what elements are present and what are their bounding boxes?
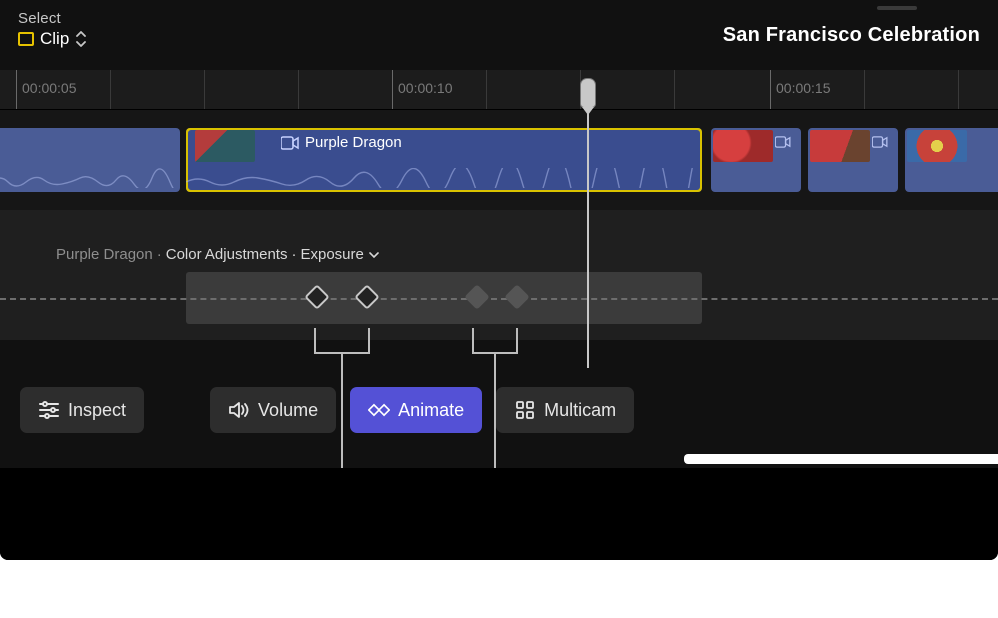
volume-label: Volume bbox=[258, 400, 318, 421]
animation-breadcrumb[interactable]: Purple Dragon · Color Adjustments · Expo… bbox=[56, 246, 380, 263]
breadcrumb-separator: · bbox=[291, 246, 296, 263]
header: Select Clip San Francisco Celebration bbox=[0, 0, 998, 70]
animate-lane: Purple Dragon · Color Adjustments · Expo… bbox=[0, 210, 998, 340]
playhead[interactable] bbox=[580, 78, 596, 108]
multicam-label: Multicam bbox=[544, 400, 616, 421]
project-title: San Francisco Celebration bbox=[723, 10, 980, 47]
breadcrumb-separator: · bbox=[157, 246, 162, 263]
clip-thumbnail bbox=[810, 130, 870, 162]
speaker-icon bbox=[228, 399, 250, 421]
breadcrumb-effect-param: Exposure bbox=[300, 246, 363, 263]
clip-next-1[interactable] bbox=[711, 128, 801, 192]
clip-previous[interactable] bbox=[0, 128, 180, 192]
sliders-icon bbox=[38, 399, 60, 421]
keyframes-icon bbox=[368, 399, 390, 421]
ruler-tick-label: 00:00:05 bbox=[22, 80, 77, 96]
animate-label: Animate bbox=[398, 400, 464, 421]
callout-bracket bbox=[472, 328, 518, 354]
clip-thumbnail bbox=[195, 130, 255, 162]
breadcrumb-effect-group: Color Adjustments bbox=[166, 246, 288, 263]
clip-next-3[interactable] bbox=[905, 128, 998, 192]
breadcrumb-clip: Purple Dragon bbox=[56, 246, 153, 263]
animate-button[interactable]: Animate bbox=[350, 387, 482, 433]
clip-next-2[interactable] bbox=[808, 128, 898, 192]
inspect-label: Inspect bbox=[68, 400, 126, 421]
editor-mode-buttons: Inspect Volume Animate Multicam bbox=[20, 380, 978, 440]
clip-thumbnail bbox=[713, 130, 773, 162]
clip-selected[interactable]: Purple Dragon bbox=[186, 128, 702, 192]
grid-icon bbox=[514, 399, 536, 421]
timeline[interactable]: Purple Dragon bbox=[0, 110, 998, 210]
select-tool-label: Select bbox=[18, 10, 87, 27]
clip-icon bbox=[18, 32, 34, 46]
volume-button[interactable]: Volume bbox=[210, 387, 336, 433]
chevron-down-icon bbox=[368, 249, 380, 261]
timeline-ruler[interactable]: 00:00:05 00:00:10 00:00:15 bbox=[0, 70, 998, 110]
ruler-tick-label: 00:00:15 bbox=[776, 80, 831, 96]
clip-mode-label: Clip bbox=[40, 29, 69, 49]
chevron-up-down-icon bbox=[75, 31, 87, 47]
multicam-button[interactable]: Multicam bbox=[496, 387, 634, 433]
camera-icon bbox=[281, 136, 299, 150]
camera-icon bbox=[775, 136, 791, 148]
empty-area bbox=[0, 468, 998, 560]
callout-bracket bbox=[314, 328, 370, 354]
clip-thumbnail bbox=[907, 130, 967, 162]
zoom-slider[interactable] bbox=[684, 454, 998, 464]
clip-name-label: Purple Dragon bbox=[305, 134, 402, 151]
clip-mode-selector[interactable]: Clip bbox=[18, 29, 87, 49]
window-grip[interactable] bbox=[877, 6, 917, 10]
inspect-button[interactable]: Inspect bbox=[20, 387, 144, 433]
ruler-tick-label: 00:00:10 bbox=[398, 80, 453, 96]
camera-icon bbox=[872, 136, 888, 148]
playhead-line bbox=[587, 112, 589, 368]
